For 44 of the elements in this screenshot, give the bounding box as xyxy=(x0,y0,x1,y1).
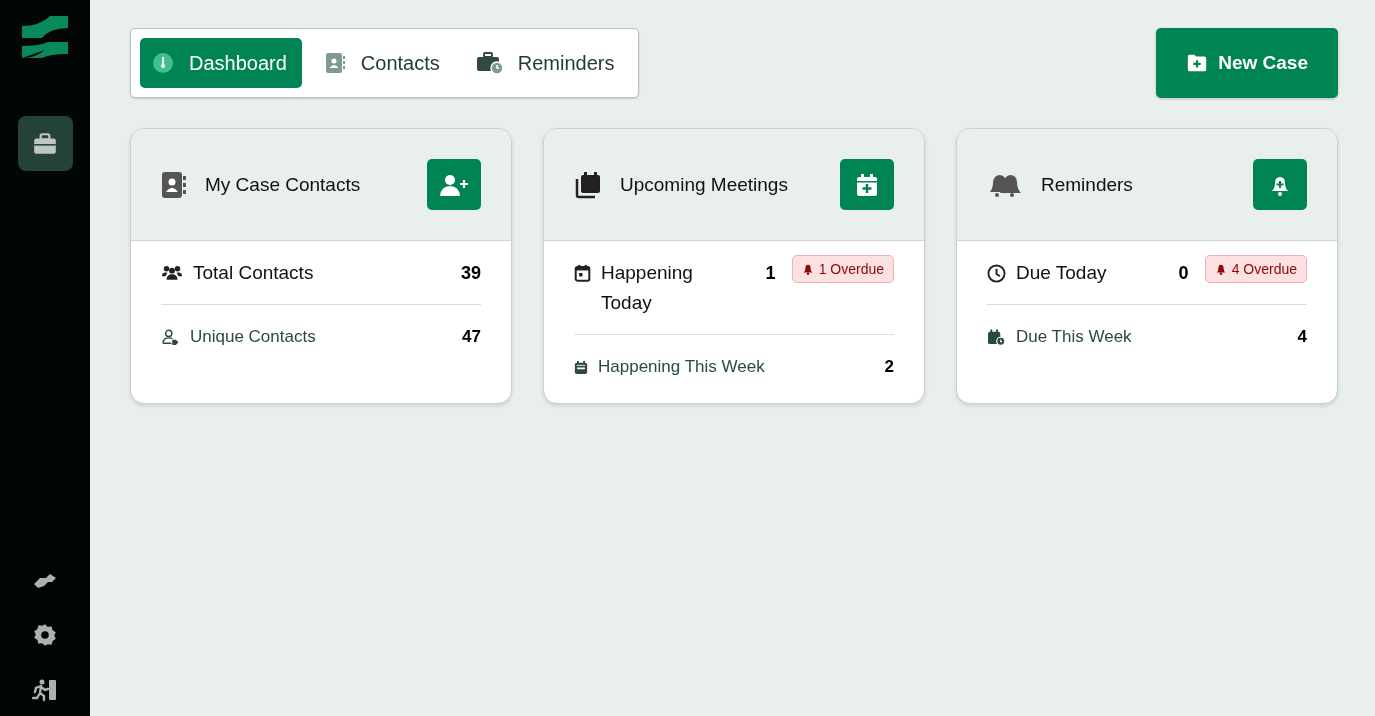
add-meeting-button[interactable] xyxy=(840,159,894,210)
badge-text: 4 Overdue xyxy=(1231,260,1297,279)
add-reminder-button[interactable] xyxy=(1253,159,1307,210)
calendar-plus-icon xyxy=(855,172,879,197)
stat-value: 47 xyxy=(462,327,481,347)
stat-value: 1 xyxy=(765,262,776,285)
user-plus-icon xyxy=(439,172,469,197)
bell-icon xyxy=(1214,263,1227,275)
exit-icon[interactable] xyxy=(32,678,58,702)
clock-icon xyxy=(987,264,1006,283)
card-title: Upcoming Meetings xyxy=(620,173,789,196)
cases-nav-button[interactable] xyxy=(17,116,73,171)
add-contact-button[interactable] xyxy=(427,159,481,210)
briefcase-icon xyxy=(32,130,58,157)
stat-value: 39 xyxy=(460,262,481,285)
calendars-icon xyxy=(574,170,602,199)
stat-label: Total Contacts xyxy=(193,261,314,285)
settings-icon[interactable] xyxy=(32,622,58,648)
stat-value: 0 xyxy=(1178,262,1189,285)
people-icon xyxy=(161,264,183,281)
stat-label: Due Today xyxy=(1016,261,1107,285)
gauge-icon xyxy=(151,51,175,75)
calendar-icon xyxy=(574,264,591,282)
stat-value: 2 xyxy=(884,357,894,377)
user-tag-icon xyxy=(161,329,180,345)
tab[interactable]: Reminders xyxy=(464,38,630,88)
tab[interactable]: Contacts xyxy=(311,38,455,88)
stat-label: Happening Today xyxy=(601,261,694,315)
bell-icon xyxy=(801,263,814,275)
stat-value: 4 xyxy=(1297,327,1307,347)
badge-text: 1 Overdue xyxy=(818,260,884,279)
new-case-button[interactable]: New Case xyxy=(1156,28,1338,98)
logo-icon xyxy=(20,14,70,58)
stat-label: Happening This Week xyxy=(598,357,765,377)
card-title: My Case Contacts xyxy=(205,173,362,196)
address-book-icon xyxy=(161,170,187,199)
calendar-icon xyxy=(574,359,588,375)
stat-label: Unique Contacts xyxy=(190,327,316,347)
folder-plus-icon xyxy=(1186,52,1209,74)
card-title: Reminders xyxy=(1041,173,1134,196)
stat-label: Due This Week xyxy=(1016,327,1132,347)
briefcase-clock-icon xyxy=(475,51,504,75)
calendar-clock-icon xyxy=(987,328,1006,346)
tab[interactable]: Dashboard xyxy=(140,38,302,88)
